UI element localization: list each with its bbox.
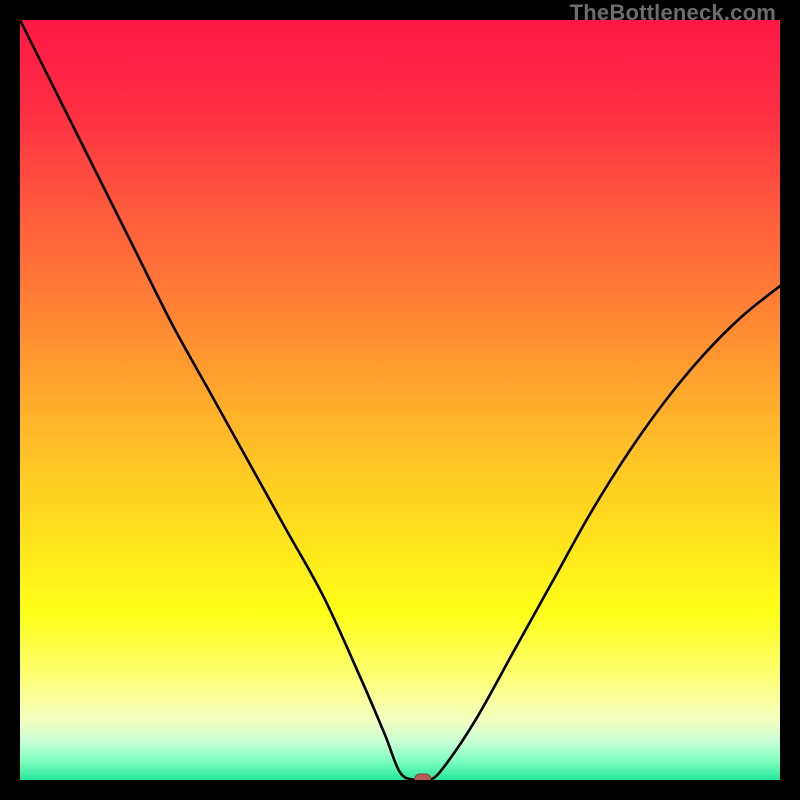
bottleneck-chart	[20, 20, 780, 780]
watermark-text: TheBottleneck.com	[570, 0, 776, 26]
chart-frame: TheBottleneck.com	[0, 0, 800, 800]
minimum-marker	[415, 774, 431, 780]
